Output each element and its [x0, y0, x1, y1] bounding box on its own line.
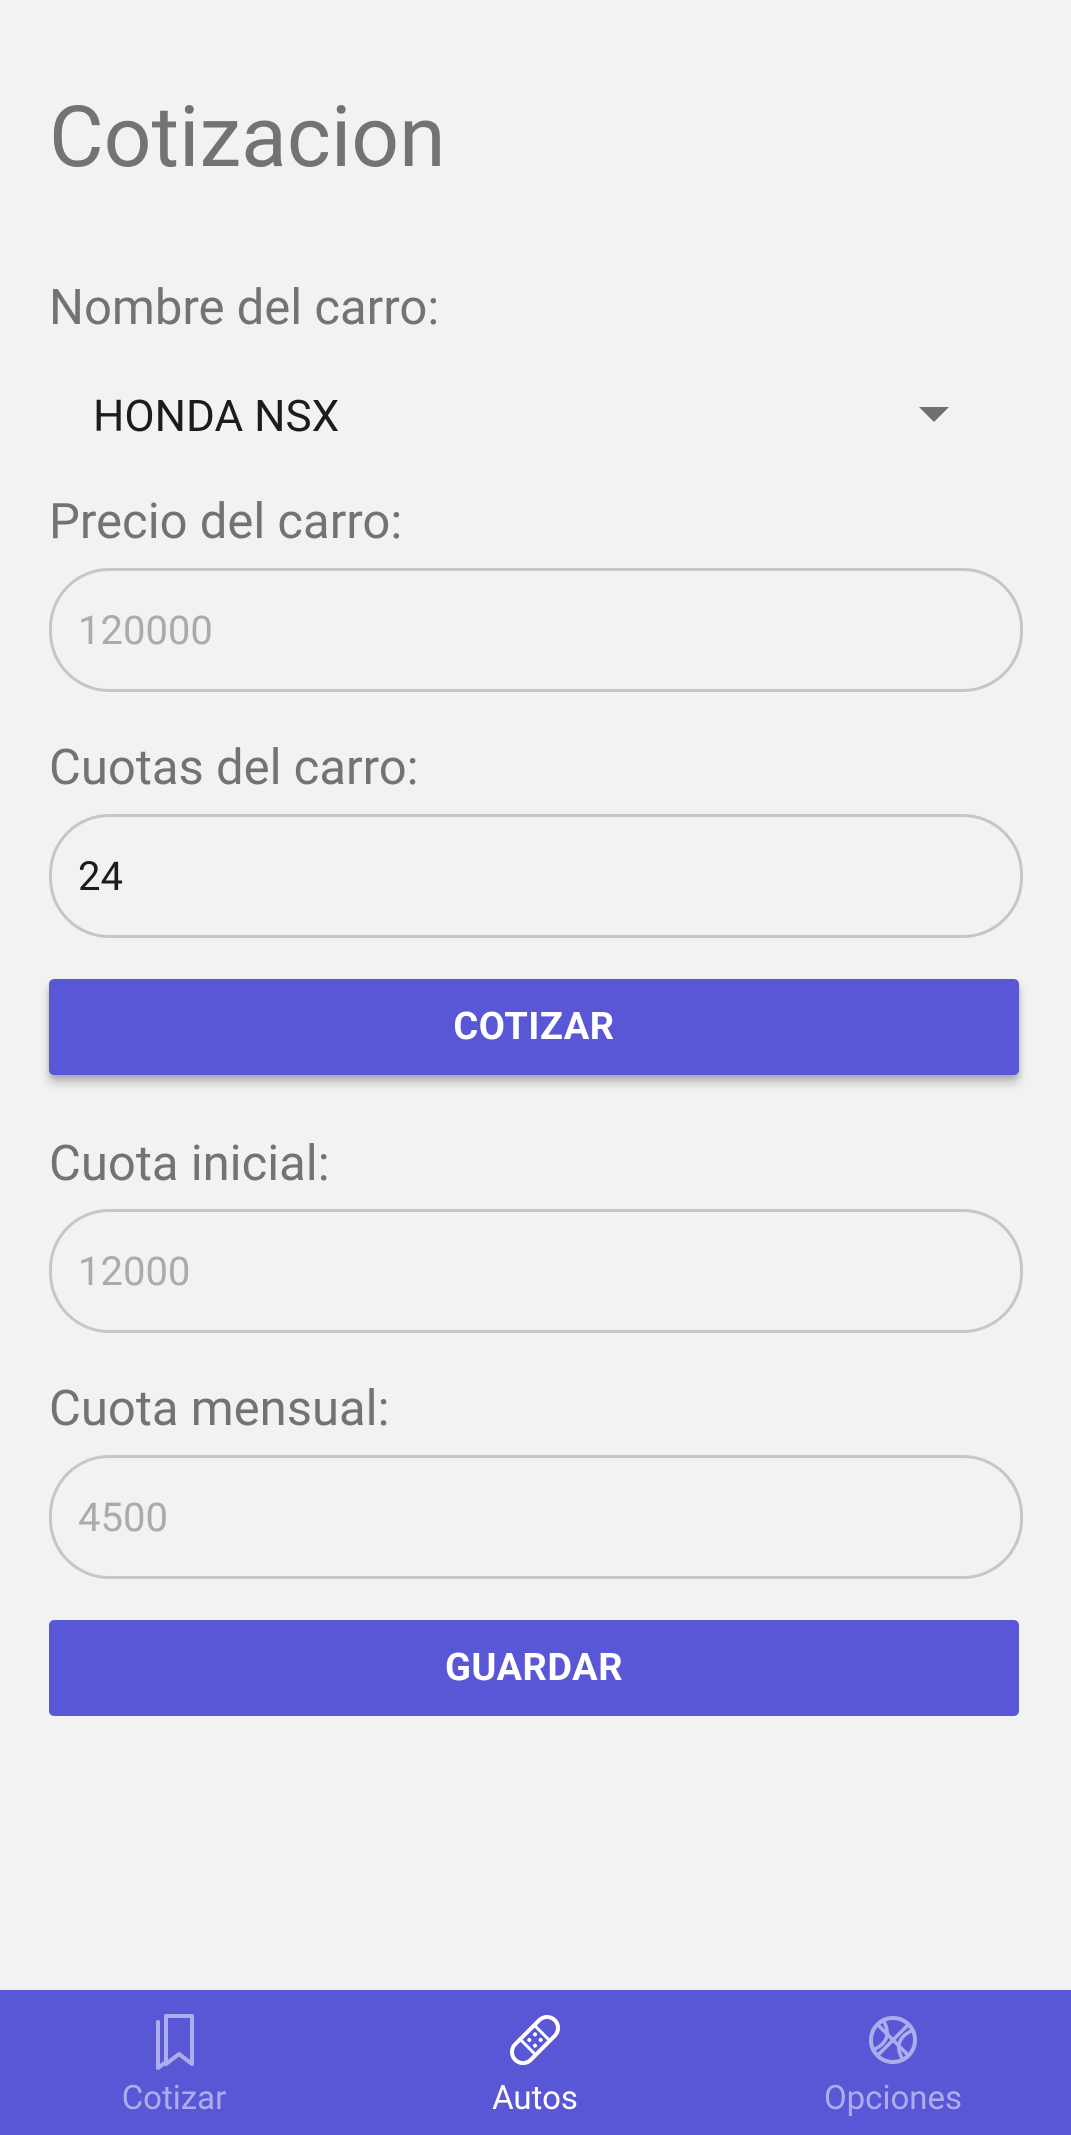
car-name-dropdown[interactable]: HONDA NSX: [49, 378, 1019, 454]
monthly-payment-input-hint: 4500: [78, 1493, 168, 1541]
price-input-hint: 120000: [78, 606, 213, 654]
bottom-navigation: Cotizar Autos Opciones: [0, 1990, 1071, 2135]
initial-payment-input[interactable]: 12000: [49, 1209, 1023, 1333]
nav-item-label: Opciones: [823, 2079, 963, 2118]
initial-payment-input-hint: 12000: [78, 1247, 191, 1295]
nav-item-cotizar[interactable]: Cotizar: [24, 1990, 324, 2135]
car-name-selected-value: HONDA NSX: [93, 390, 340, 442]
installments-input-value: 24: [78, 852, 123, 900]
nav-item-label: Autos: [492, 2079, 578, 2118]
installments-label: Cuotas del carro:: [49, 739, 419, 796]
nav-item-opciones[interactable]: Opciones: [743, 1990, 1043, 2135]
initial-payment-label: Cuota inicial:: [49, 1135, 330, 1192]
monthly-payment-input[interactable]: 4500: [49, 1455, 1023, 1579]
price-input[interactable]: 120000: [49, 568, 1023, 692]
installments-input[interactable]: 24: [49, 814, 1023, 938]
dropdown-arrow-icon: [919, 407, 949, 422]
quote-button[interactable]: COTIZAR: [49, 979, 1019, 1075]
monthly-payment-label: Cuota mensual:: [49, 1380, 390, 1437]
basketball-icon: [863, 2010, 923, 2070]
bookmarks-icon: [144, 2010, 204, 2070]
page-title: Cotizacion: [49, 88, 446, 187]
nav-item-autos[interactable]: Autos: [385, 1990, 685, 2135]
price-label: Precio del carro:: [49, 493, 403, 550]
bandage-icon: [505, 2010, 565, 2070]
nav-item-label: Cotizar: [121, 2079, 227, 2118]
save-button[interactable]: GUARDAR: [49, 1620, 1019, 1716]
car-name-label: Nombre del carro:: [49, 279, 440, 336]
